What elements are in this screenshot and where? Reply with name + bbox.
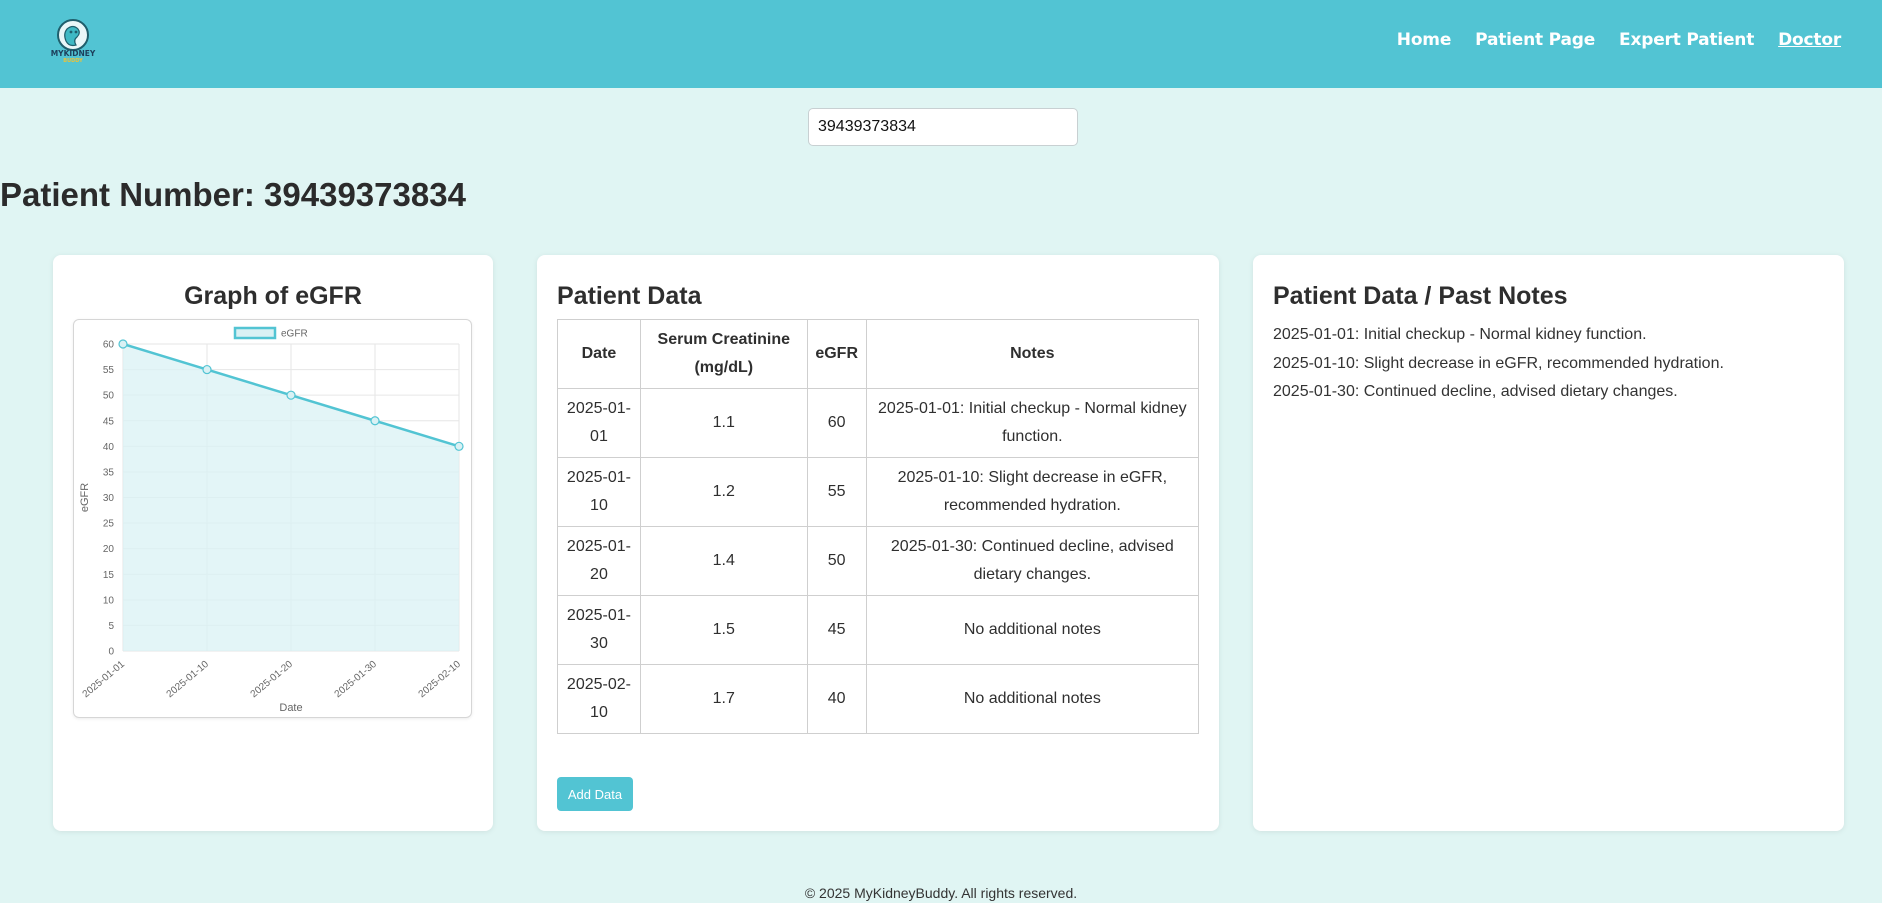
- egfr-data-point: [286, 390, 296, 400]
- y-tick-label: 40: [103, 442, 115, 453]
- egfr-data-point: [370, 416, 380, 426]
- kidney-logo-icon: MYKIDNEY BUDDY: [51, 19, 96, 64]
- nav-patient-page-link[interactable]: Patient Page: [1475, 30, 1595, 50]
- y-tick-label: 25: [103, 519, 115, 530]
- cell-date: 2025-01-01: [557, 388, 641, 458]
- x-tick-label: 2025-02-10: [417, 659, 464, 701]
- x-tick-label: 2025-01-30: [333, 659, 380, 701]
- patient-number-search-input[interactable]: [808, 108, 1078, 146]
- table-row: 2025-01-01 1.1 60 2025-01-01: Initial ch…: [557, 388, 1200, 458]
- table-header-row: Date Serum Creatinine (mg/dL) eGFR Notes: [557, 319, 1200, 389]
- x-axis-title: Date: [279, 702, 302, 714]
- past-notes-card: Patient Data / Past Notes 2025-01-01: In…: [1253, 255, 1844, 831]
- y-tick-label: 60: [103, 340, 115, 351]
- y-tick-label: 45: [103, 416, 115, 427]
- cell-date: 2025-01-30: [557, 595, 641, 665]
- patient-data-card: Patient Data Date Serum Creatinine (mg/d…: [537, 255, 1219, 831]
- footer-copyright: © 2025 MyKidneyBuddy. All rights reserve…: [804, 885, 1078, 901]
- cell-egfr: 40: [806, 664, 867, 734]
- egfr-data-point: [202, 364, 212, 375]
- legend-swatch: [233, 326, 277, 340]
- nav-home-link[interactable]: Home: [1397, 30, 1452, 50]
- table-row: 2025-01-30 1.5 45 No additional notes: [557, 595, 1200, 665]
- svg-text:MYKIDNEY: MYKIDNEY: [51, 49, 96, 58]
- cell-date: 2025-01-20: [557, 526, 641, 596]
- cell-notes: 2025-01-01: Initial checkup - Normal kid…: [865, 388, 1200, 458]
- egfr-data-point: [118, 339, 128, 349]
- cell-egfr: 50: [806, 526, 867, 596]
- cell-date: 2025-01-10: [557, 457, 641, 527]
- y-tick-label: 10: [103, 595, 115, 606]
- column-header-egfr: eGFR: [806, 319, 867, 389]
- cell-serum-creatinine: 1.7: [639, 664, 808, 734]
- patient-data-title: Patient Data: [557, 282, 702, 310]
- column-header-notes: Notes: [865, 319, 1200, 389]
- cell-serum-creatinine: 1.2: [639, 457, 808, 527]
- list-item: 2025-01-30: Continued decline, advised d…: [1273, 383, 1678, 400]
- mykidneybuddy-logo[interactable]: MYKIDNEY BUDDY: [48, 18, 98, 64]
- x-tick-label: 2025-01-10: [165, 659, 212, 701]
- past-notes-title: Patient Data / Past Notes: [1273, 282, 1568, 310]
- svg-text:BUDDY: BUDDY: [63, 58, 83, 64]
- cell-serum-creatinine: 1.1: [639, 388, 808, 458]
- legend-label: eGFR: [281, 329, 308, 340]
- egfr-chart-container: 0 5 10 15 20 25 30 35 40 45 50 55 60 2025-01-01 2025-0…: [73, 319, 472, 718]
- list-item: 2025-01-01: Initial checkup - Normal kid…: [1273, 326, 1647, 343]
- x-tick-label: 2025-01-20: [249, 659, 296, 701]
- cell-notes: 2025-01-10: Slight decrease in eGFR, rec…: [865, 457, 1200, 527]
- cell-egfr: 55: [806, 457, 867, 527]
- y-tick-label: 55: [103, 365, 115, 376]
- y-tick-label: 30: [103, 493, 115, 504]
- cell-notes: 2025-01-30: Continued decline, advised d…: [865, 526, 1200, 596]
- cell-serum-creatinine: 1.4: [639, 526, 808, 596]
- cell-egfr: 60: [806, 388, 867, 458]
- top-navbar: MYKIDNEY BUDDY Home Patient Page Expert …: [0, 0, 1882, 88]
- cell-notes: No additional notes: [865, 664, 1200, 734]
- y-tick-label: 20: [103, 544, 115, 555]
- cell-egfr: 45: [806, 595, 867, 665]
- past-notes-list: 2025-01-01: Initial checkup - Normal kid…: [1273, 321, 1724, 407]
- cell-notes: No additional notes: [865, 595, 1200, 665]
- main-nav: Home Patient Page Expert Patient Doctor: [1397, 30, 1841, 50]
- cell-serum-creatinine: 1.5: [639, 595, 808, 665]
- x-tick-label: 2025-01-01: [81, 659, 128, 701]
- y-tick-label: 0: [108, 647, 114, 658]
- y-axis-title: eGFR: [79, 483, 91, 512]
- egfr-data-point: [454, 441, 464, 451]
- add-data-button[interactable]: Add Data: [557, 777, 633, 811]
- table-row: 2025-01-10 1.2 55 2025-01-10: Slight dec…: [557, 457, 1200, 527]
- y-tick-label: 5: [108, 621, 114, 632]
- egfr-line-chart: 0 5 10 15 20 25 30 35 40 45 50 55 60 2025-01-01 2025-0…: [79, 326, 464, 714]
- patient-number-heading: Patient Number: 39439373834: [0, 176, 466, 213]
- cell-date: 2025-02-10: [557, 664, 641, 734]
- nav-expert-patient-link[interactable]: Expert Patient: [1619, 30, 1754, 50]
- y-tick-label: 35: [103, 467, 115, 478]
- table-row: 2025-02-10 1.7 40 No additional notes: [557, 664, 1200, 734]
- patient-data-table: Date Serum Creatinine (mg/dL) eGFR Notes…: [557, 319, 1200, 734]
- egfr-graph-card: Graph of eGFR 0 5 10 15 20 25 30 35 40 45 50 55 60 20…: [53, 255, 493, 831]
- column-header-date: Date: [557, 319, 641, 389]
- list-item: 2025-01-10: Slight decrease in eGFR, rec…: [1273, 354, 1724, 372]
- y-tick-label: 50: [103, 391, 115, 402]
- column-header-serum-creatinine: Serum Creatinine (mg/dL): [639, 319, 808, 389]
- nav-doctor-link[interactable]: Doctor: [1778, 30, 1841, 50]
- graph-card-title: Graph of eGFR: [184, 282, 362, 310]
- y-tick-label: 15: [103, 570, 115, 581]
- table-row: 2025-01-20 1.4 50 2025-01-30: Continued …: [557, 526, 1200, 596]
